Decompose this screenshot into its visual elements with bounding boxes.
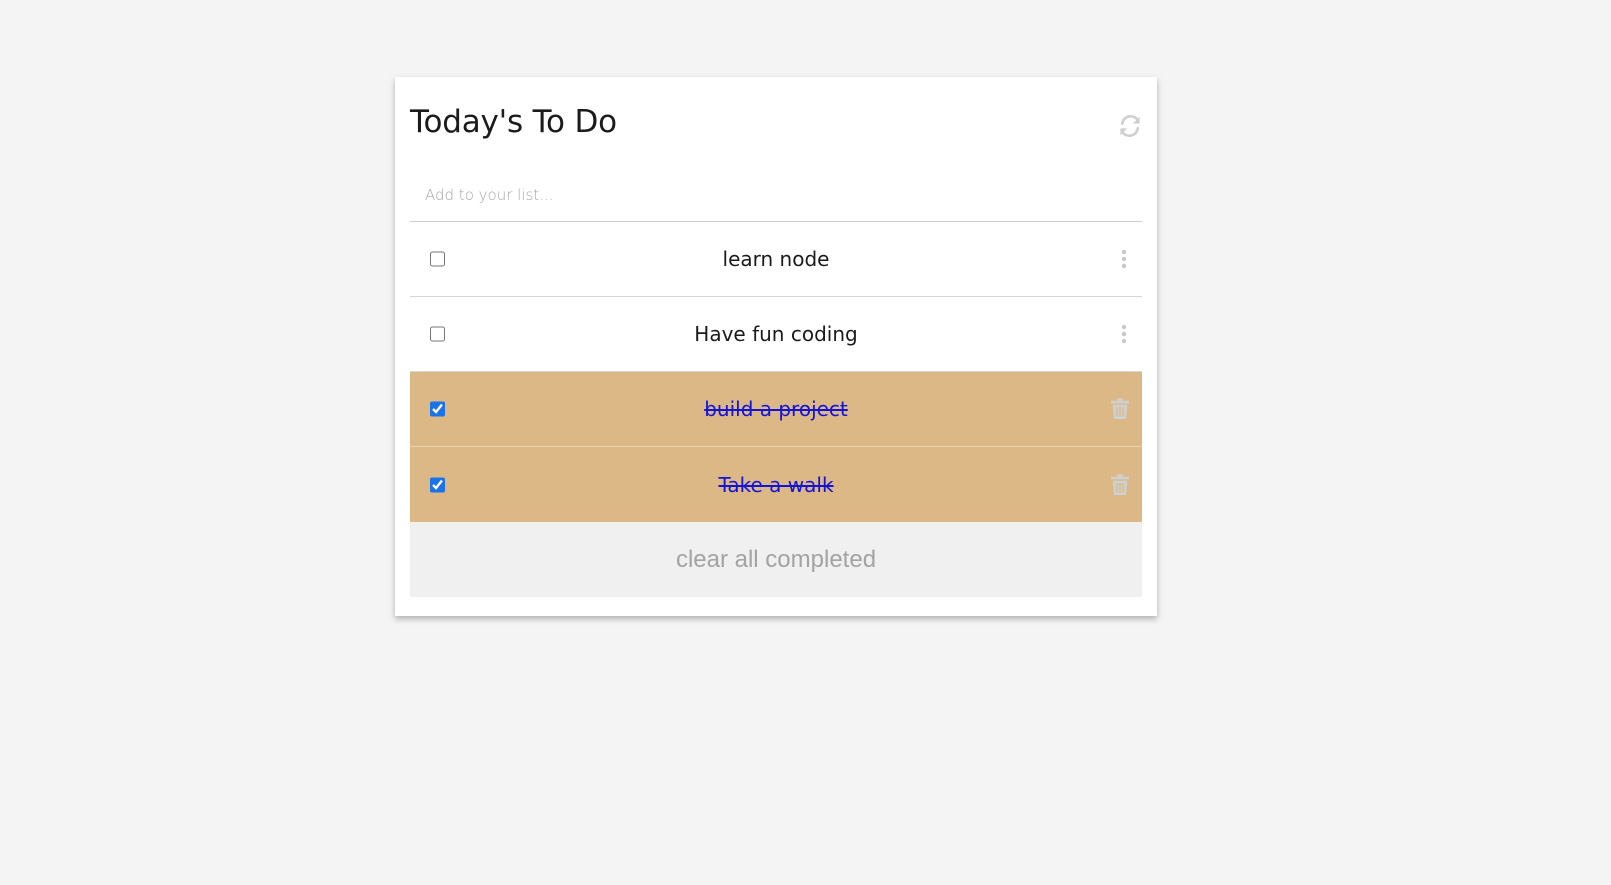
todo-item[interactable]: Take a walk <box>410 447 1142 522</box>
todo-checkbox[interactable] <box>430 401 445 417</box>
trash-icon[interactable] <box>1110 398 1130 420</box>
todo-text: Have fun coding <box>694 322 858 346</box>
todo-checkbox[interactable] <box>430 326 445 342</box>
page-title: Today's To Do <box>410 104 617 140</box>
todo-checkbox[interactable] <box>430 477 445 492</box>
add-todo-input[interactable] <box>410 168 1142 222</box>
todo-text: build a project <box>704 397 848 421</box>
todo-item[interactable]: learn node <box>410 222 1142 297</box>
trash-icon[interactable] <box>1110 474 1130 496</box>
todo-item[interactable]: Have fun coding <box>410 297 1142 372</box>
todo-item[interactable]: build a project <box>410 372 1142 447</box>
more-vertical-icon[interactable] <box>1121 249 1127 269</box>
todo-text: Take a walk <box>718 472 834 497</box>
todo-text: learn node <box>722 247 830 271</box>
refresh-icon[interactable] <box>1118 114 1142 138</box>
clear-completed-button[interactable]: clear all completed <box>410 522 1142 597</box>
todo-checkbox[interactable] <box>430 251 445 267</box>
more-vertical-icon[interactable] <box>1121 324 1127 344</box>
todo-list: learn node Have fun coding build a proje… <box>410 222 1142 522</box>
todo-header: Today's To Do <box>410 77 1142 168</box>
todo-card: Today's To Do learn node Have fun coding <box>395 77 1157 616</box>
